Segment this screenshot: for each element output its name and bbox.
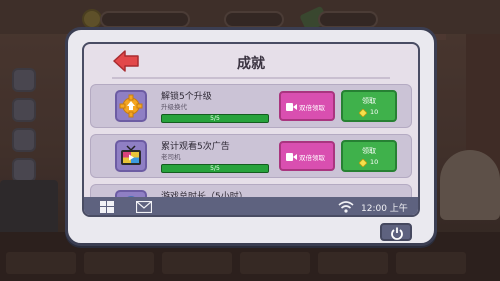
claim-label: 领取 [362, 147, 376, 155]
progress-bar: 5/5 [161, 114, 269, 123]
gem-icon [359, 109, 367, 117]
achievement-subtitle: 升级换代 [161, 103, 187, 111]
claim-label: 领取 [362, 97, 376, 105]
achievement-row: 解锁5个升级 升级换代 5/5 双倍领取 领取 10 [90, 84, 412, 128]
double-claim-label: 双倍领取 [299, 154, 325, 162]
tablet-screen: 成就 解锁5个升级 升级换代 5/5 双倍领取 领取 10 累计观看5次广告 老… [82, 42, 420, 217]
achievement-header: 成就 [84, 44, 418, 80]
tablet-device: 成就 解锁5个升级 升级换代 5/5 双倍领取 领取 10 累计观看5次广告 老… [65, 27, 437, 246]
power-icon [391, 227, 403, 240]
reward-amount: 10 [370, 108, 379, 116]
progress-bar: 5/5 [161, 164, 269, 173]
tablet-taskbar: 12:00 上午 [84, 197, 418, 215]
claim-button[interactable]: 领取 10 [341, 90, 397, 122]
header-divider [112, 77, 390, 79]
double-claim-button[interactable]: 双倍领取 [279, 141, 335, 171]
gear-upgrade-icon [115, 90, 147, 122]
double-claim-label: 双倍领取 [299, 104, 325, 112]
video-camera-icon [286, 103, 297, 111]
video-camera-icon [286, 153, 297, 161]
wifi-icon [338, 201, 354, 213]
reward-amount: 10 [370, 158, 379, 166]
claim-button[interactable]: 领取 10 [341, 140, 397, 172]
windows-icon[interactable] [100, 201, 114, 213]
progress-text: 5/5 [210, 165, 220, 172]
power-button[interactable] [380, 223, 412, 241]
gem-icon [359, 159, 367, 167]
taskbar-clock: 12:00 上午 [361, 204, 408, 214]
achievement-subtitle: 老司机 [161, 153, 181, 161]
mail-icon[interactable] [136, 201, 152, 213]
tv-icon [115, 140, 147, 172]
progress-text: 5/5 [210, 115, 220, 122]
page-title: 成就 [237, 56, 265, 72]
double-claim-button[interactable]: 双倍领取 [279, 91, 335, 121]
achievement-row: 累计观看5次广告 老司机 5/5 双倍领取 领取 10 [90, 134, 412, 178]
